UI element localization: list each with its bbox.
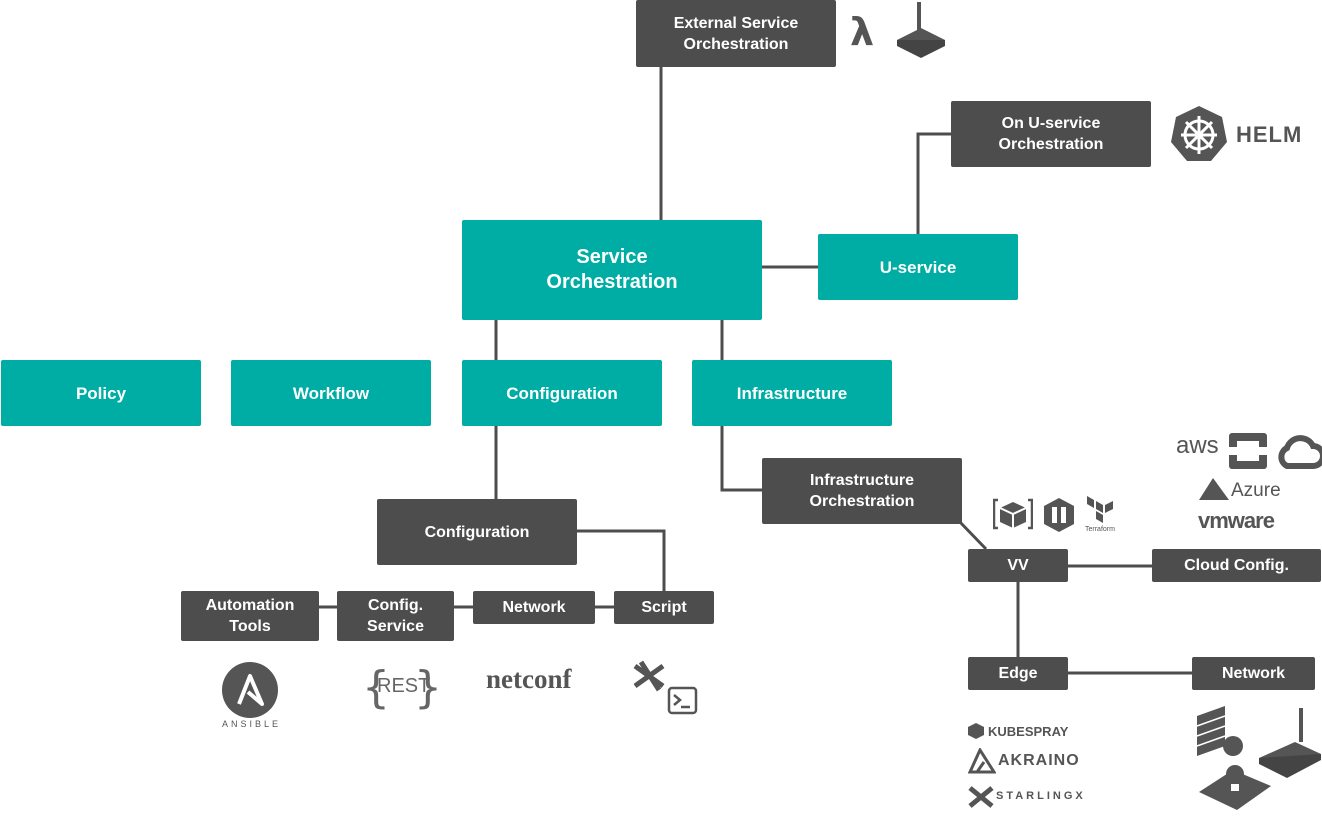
azure-icon bbox=[1199, 478, 1229, 500]
node-config-service: Config. Service bbox=[337, 591, 454, 641]
node-external-service-orchestration: External Service Orchestration bbox=[636, 0, 836, 67]
node-script: Script bbox=[614, 591, 714, 624]
kubespray-icon bbox=[968, 723, 984, 739]
kubespray-logo: KUBESPRAY bbox=[988, 724, 1069, 739]
helm-logo: HELM bbox=[1236, 122, 1303, 147]
node-automation-tools: Automation Tools bbox=[181, 591, 319, 641]
network-devices-icon bbox=[1196, 706, 1321, 810]
ansible-icon bbox=[222, 662, 278, 718]
vmware-logo: vmware bbox=[1198, 508, 1275, 533]
starlingx-logo: STARLINGX bbox=[996, 790, 1086, 802]
openstack-ironic-icon bbox=[1044, 498, 1074, 532]
node-service-orchestration: Service Orchestration bbox=[462, 220, 762, 320]
node-cloud-config: Cloud Config. bbox=[1152, 549, 1321, 582]
node-network-edge: Network bbox=[1192, 657, 1315, 690]
node-network: Network bbox=[473, 591, 595, 624]
kubernetes-icon bbox=[1171, 106, 1227, 161]
connector bbox=[720, 426, 762, 492]
connector bbox=[956, 518, 988, 551]
akraino-icon bbox=[968, 748, 996, 774]
starlingx-icon bbox=[968, 786, 994, 808]
architecture-diagram: External Service Orchestration On U-serv… bbox=[0, 0, 1322, 818]
node-infrastructure: Infrastructure bbox=[692, 360, 892, 426]
connector bbox=[577, 529, 666, 591]
terraform-logo: Terraform bbox=[1085, 526, 1115, 533]
aws-ec2-icon bbox=[993, 498, 1033, 530]
script-terminal-icon bbox=[633, 660, 698, 715]
node-edge: Edge bbox=[968, 657, 1068, 690]
node-vv: VV bbox=[968, 549, 1068, 582]
ansible-logo: ANSIBLE bbox=[222, 719, 282, 729]
akraino-logo: AKRAINO bbox=[998, 752, 1080, 769]
node-infrastructure-orchestration: Infrastructure Orchestration bbox=[762, 458, 962, 524]
openstack-icon bbox=[1229, 433, 1267, 469]
google-cloud-icon bbox=[1278, 435, 1322, 469]
connector bbox=[916, 132, 951, 234]
node-on-uservice-orchestration: On U-service Orchestration bbox=[951, 101, 1151, 167]
terraform-icon bbox=[1087, 496, 1113, 523]
azure-logo: Azure bbox=[1231, 480, 1281, 501]
node-policy: Policy bbox=[1, 360, 201, 426]
firewall-icon bbox=[1196, 706, 1243, 756]
node-workflow: Workflow bbox=[231, 360, 431, 426]
secure-gateway-icon bbox=[1199, 765, 1271, 810]
rest-brace-right: } bbox=[414, 662, 442, 713]
node-uservice: U-service bbox=[818, 234, 1018, 300]
node-configuration: Configuration bbox=[462, 360, 662, 426]
router-icon bbox=[1259, 708, 1321, 778]
aws-logo: aws bbox=[1176, 432, 1219, 459]
lambda-logo: λ bbox=[850, 10, 875, 54]
node-configuration-sub: Configuration bbox=[377, 499, 577, 565]
router-icon bbox=[897, 2, 945, 58]
netconf-logo: netconf bbox=[486, 664, 572, 694]
